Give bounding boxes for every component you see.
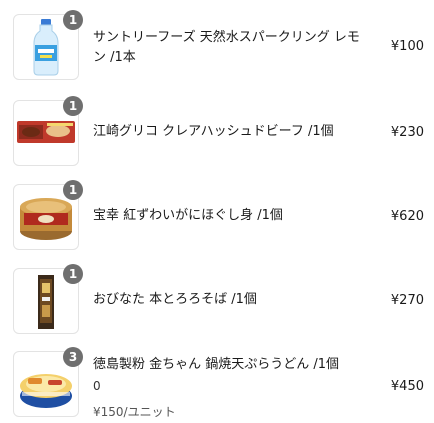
cart-item[interactable]: 1 サントリーフーズ 天然水スパークリング レモン /1本 ¥100 bbox=[0, 6, 434, 86]
product-price: ¥230 bbox=[390, 125, 424, 140]
product-price: ¥100 bbox=[390, 39, 424, 54]
product-price: ¥270 bbox=[390, 293, 424, 308]
cart-item[interactable]: 1 江崎グリコ クレアハッシュドビーフ /1個 ¥230 bbox=[0, 92, 434, 172]
quantity-badge: 3 bbox=[63, 347, 83, 367]
product-name[interactable]: サントリーフーズ 天然水スパークリング レモン /1本 bbox=[93, 28, 365, 68]
quantity-value: 0 bbox=[93, 379, 101, 393]
product-name[interactable]: 江崎グリコ クレアハッシュドビーフ /1個 bbox=[93, 122, 365, 142]
unit-price: ¥150/ユニット bbox=[93, 405, 176, 419]
cart-item[interactable]: 3 徳島製粉 金ちゃん 鍋焼天ぷらうどん /1個 0 ¥150/ユニット ¥45… bbox=[0, 343, 434, 423]
product-name[interactable]: 宝幸 紅ずわいがにほぐし身 /1個 bbox=[93, 206, 365, 226]
product-name[interactable]: おびなた 本とろろそば /1個 bbox=[93, 290, 365, 310]
cart-item[interactable]: 1 宝幸 紅ずわいがにほぐし身 /1個 ¥620 bbox=[0, 176, 434, 256]
quantity-badge: 1 bbox=[63, 264, 83, 284]
product-name[interactable]: 徳島製粉 金ちゃん 鍋焼天ぷらうどん /1個 bbox=[93, 355, 365, 375]
quantity-badge: 1 bbox=[63, 180, 83, 200]
quantity-badge: 1 bbox=[63, 10, 83, 30]
cart-item[interactable]: 1 おびなた 本とろろそば /1個 ¥270 bbox=[0, 260, 434, 340]
product-price: ¥450 bbox=[390, 379, 424, 394]
quantity-badge: 1 bbox=[63, 96, 83, 116]
product-price: ¥620 bbox=[390, 209, 424, 224]
